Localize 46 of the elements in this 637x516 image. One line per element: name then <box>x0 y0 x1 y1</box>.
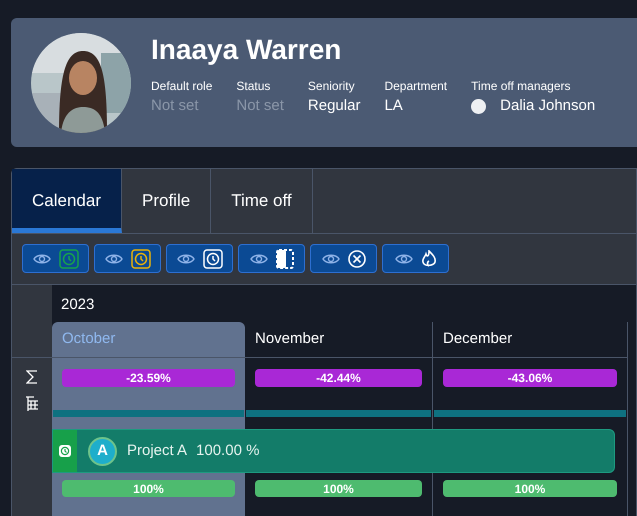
eye-icon <box>322 252 340 264</box>
clock-icon <box>59 445 71 457</box>
allocation-bar: 100% <box>255 480 422 497</box>
eye-icon <box>32 252 50 264</box>
field-value: LA <box>384 96 403 116</box>
eye-icon <box>394 252 412 264</box>
field-label: Time off managers <box>471 78 572 94</box>
project-name: Project A <box>127 440 188 461</box>
project-avatar: A <box>88 436 117 466</box>
allocation-bar: 100% <box>62 480 235 497</box>
month-label: November <box>255 329 324 350</box>
filter-toggle-button[interactable] <box>238 244 305 273</box>
field-label: Default role <box>151 78 212 94</box>
year-label: 2023 <box>61 294 94 314</box>
filter-toggle-button[interactable] <box>310 244 377 273</box>
filter-toggle-button[interactable] <box>94 244 161 273</box>
eye-icon <box>250 252 268 264</box>
field-value: Not set <box>151 96 199 116</box>
sigma-icon <box>26 370 38 384</box>
field-value: Regular <box>308 96 360 116</box>
field-value: Dalia Johnson <box>500 96 596 116</box>
field-label: Seniority <box>308 78 356 94</box>
flame-icon <box>420 250 436 268</box>
field-label: Status <box>236 78 272 94</box>
tab[interactable]: Time off <box>211 169 313 233</box>
employee-name: Inaaya Warren <box>151 33 342 67</box>
balance-bar: -23.59% <box>62 369 235 387</box>
filter-toggle-button[interactable] <box>22 244 89 273</box>
balance-bar: -43.06% <box>443 369 617 387</box>
filter-toggle-button[interactable] <box>382 244 449 273</box>
project-bar[interactable]: A Project A 100.00 % <box>52 429 615 473</box>
month-label: October <box>62 329 116 350</box>
month-label: December <box>443 329 512 350</box>
filter-toggle-button[interactable] <box>166 244 233 273</box>
field-label: Department <box>384 78 448 94</box>
field-value: Not set <box>236 96 284 116</box>
balance-bar: -42.44% <box>255 369 422 387</box>
project-percent: 100.00 % <box>196 440 260 461</box>
eye-icon <box>176 252 194 264</box>
cancel-icon <box>348 250 366 268</box>
tab[interactable]: Profile <box>122 169 212 233</box>
tab[interactable]: Calendar <box>12 169 122 233</box>
eye-icon <box>104 252 122 264</box>
person-avatar-icon <box>471 98 486 114</box>
half-filled-square-icon <box>276 248 294 268</box>
allocation-bar: 100% <box>443 480 617 497</box>
